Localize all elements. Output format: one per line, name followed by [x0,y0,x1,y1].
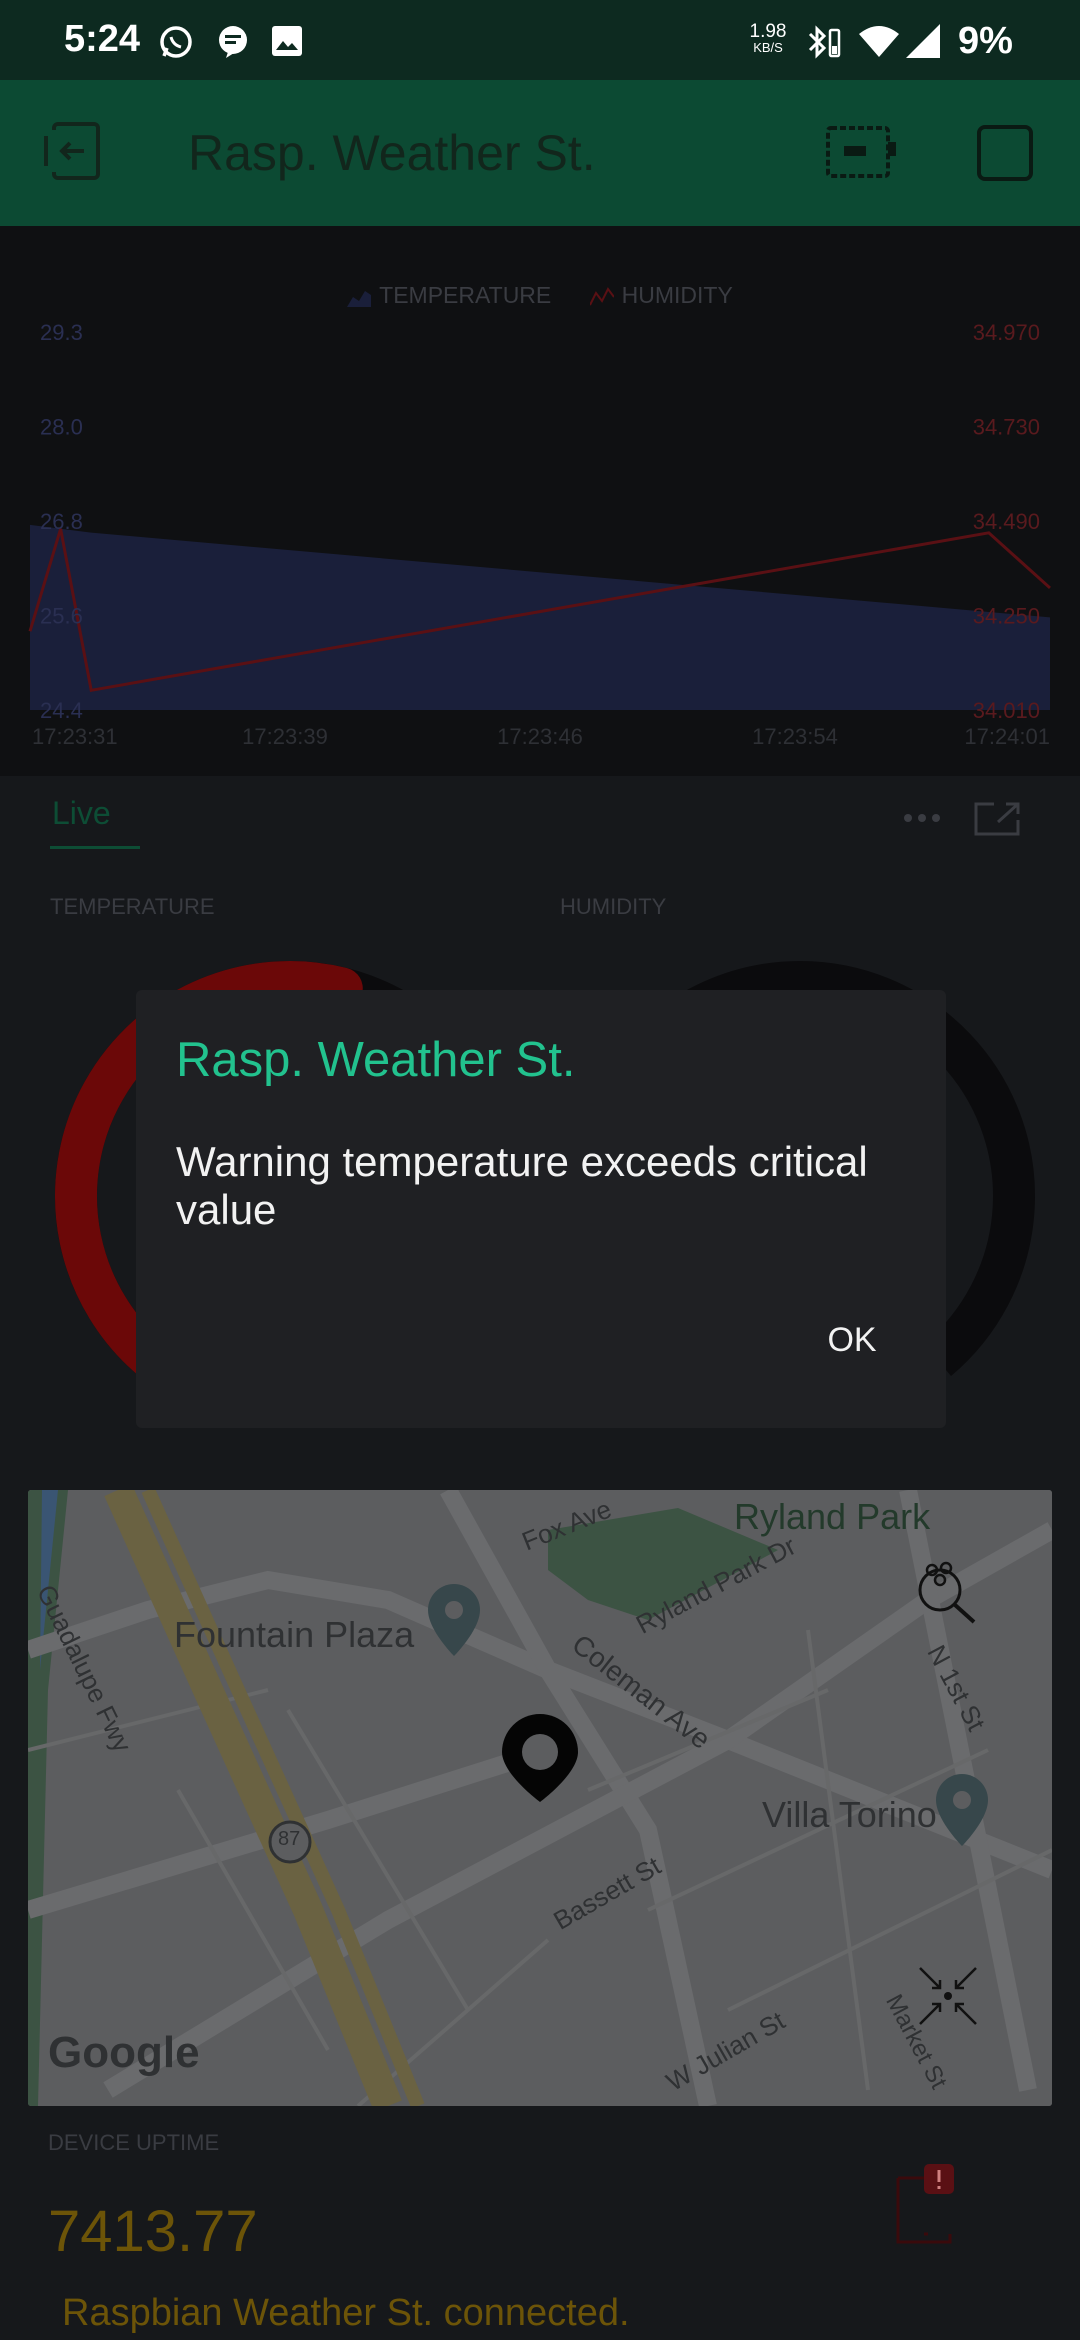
map-label-route-87: 87 [278,1828,301,1850]
app-bar: Rasp. Weather St. [0,80,1080,226]
dialog-message: Warning temperature exceeds critical val… [176,1138,868,1233]
status-bar: 5:24 1.98 KB/S 9% [0,0,1080,80]
chart-plot[interactable]: 29.3 28.0 26.8 25.6 24.4 34.970 34.730 34.490 34… [0,226,1080,776]
y-right-tick: 34.490 [973,509,1040,534]
y-left-tick: 26.8 [40,509,83,534]
status-time: 5:24 [64,18,141,60]
y-right-tick: 34.250 [973,604,1040,629]
recenter-icon[interactable] [914,1962,982,2030]
messages-icon [219,26,247,58]
x-tick-label: 17:23:39 [242,724,328,749]
gauge-humidity-label: HUMIDITY [560,894,667,919]
tab-live[interactable]: Live [52,795,111,832]
tab-live-indicator [50,846,140,849]
device-uptime-label: DEVICE UPTIME [48,2130,220,2155]
x-tick-label: 17:24:01 [964,724,1050,749]
gauge-temperature-label: TEMPERATURE [50,894,215,919]
bluetooth-battery-icon [808,25,841,59]
app-title: Rasp. Weather St. [188,125,596,181]
device-notification-icon[interactable] [894,2164,954,2246]
y-right-tick: 34.970 [973,320,1040,345]
map-label-ryland-park: Ryland Park [734,1496,931,1537]
y-right-tick: 34.010 [973,698,1040,723]
more-options-icon[interactable] [902,808,942,828]
device-status-icon[interactable] [824,124,898,180]
alert-dialog: Rasp. Weather St. Warning temperature ex… [136,990,946,1428]
x-tick-label: 17:23:54 [752,724,838,749]
net-speed-value: 1.98 [749,21,787,42]
x-tick-label: 17:23:46 [497,724,583,749]
wifi-icon [859,26,899,57]
battery-percent: 9% [958,20,1013,62]
x-tick-label: 17:23:31 [32,724,118,749]
fullscreen-icon[interactable] [972,800,1022,836]
play-mode-icon[interactable] [976,124,1034,182]
y-left-tick: 25.6 [40,604,83,629]
map-widget[interactable]: Fox Ave Ryland Park Ryland Park Dr Guada… [28,1490,1052,2106]
zoom-to-markers-icon[interactable] [910,1556,980,1628]
gallery-icon [272,26,302,56]
dialog-title: Rasp. Weather St. [176,1033,576,1087]
net-speed-unit: KB/S [753,40,783,55]
y-left-tick: 29.3 [40,320,83,345]
google-logo: Google [48,2028,200,2077]
device-uptime-value: 7413.77 [48,2199,258,2264]
map-label-fountain-plaza: Fountain Plaza [174,1614,415,1655]
whatsapp-icon [160,26,192,58]
signal-icon [906,24,940,58]
y-right-tick: 34.730 [973,415,1040,440]
connection-status: Raspbian Weather St. connected. [62,2292,630,2334]
y-left-tick: 24.4 [40,698,83,723]
map-label-villa-torino: Villa Torino [762,1794,937,1835]
exit-icon[interactable] [40,120,106,182]
ok-button[interactable]: OK [792,1310,912,1370]
net-speed: 1.98 KB/S [740,21,796,56]
y-left-tick: 28.0 [40,415,83,440]
temperature-area [30,524,1050,710]
